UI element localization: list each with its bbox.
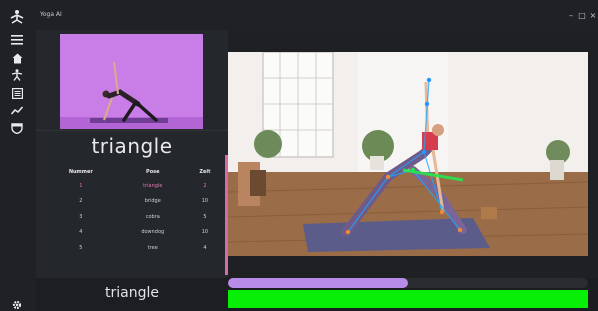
pose-progress-fill: [228, 278, 408, 288]
cell-nummer: 2: [79, 198, 83, 205]
cell-nummer: 1: [79, 182, 83, 189]
sidebar: [0, 0, 36, 311]
close-button[interactable]: ×: [588, 11, 598, 21]
camera-scene: [228, 52, 588, 256]
app-window: Yoga AI – □ × triangle Nummer Pose Zeit …: [0, 0, 598, 311]
cell-pose: cobra: [145, 213, 160, 220]
cell-zeit: 10: [201, 229, 209, 236]
column-header-zeit: Zeit: [199, 169, 211, 175]
cell-nummer: 3: [79, 213, 83, 220]
pose-table: Nummer Pose Zeit 1 triangle 2 2 bridge 1…: [44, 166, 222, 256]
cell-zeit: 5: [203, 213, 207, 220]
shield-icon[interactable]: [9, 120, 25, 136]
column-header-pose: Pose: [146, 169, 160, 175]
pose-panel: triangle Nummer Pose Zeit 1 triangle 2 2…: [36, 30, 228, 278]
table-row[interactable]: 4 downdog 10: [44, 225, 222, 241]
title-bar: Yoga AI – □ ×: [36, 0, 598, 30]
list-icon[interactable]: [9, 85, 25, 101]
column-header-nummer: Nummer: [68, 169, 93, 175]
table-row[interactable]: 1 triangle 2: [44, 178, 222, 194]
bottom-pose-label: triangle: [36, 278, 228, 311]
maximize-button[interactable]: □: [577, 11, 587, 21]
home-icon[interactable]: [9, 50, 25, 66]
pose-match-indicator: [228, 290, 588, 308]
yoga-logo-icon[interactable]: [9, 9, 25, 25]
camera-feed: [228, 52, 588, 256]
chart-icon[interactable]: [9, 102, 25, 118]
thumbnail-figure: [90, 61, 168, 123]
cell-zeit: 10: [201, 198, 209, 205]
table-header-row: Nummer Pose Zeit: [44, 166, 222, 178]
minimize-button[interactable]: –: [566, 11, 576, 21]
cell-nummer: 5: [79, 244, 83, 251]
menu-icon[interactable]: [9, 32, 25, 48]
divider: [36, 130, 228, 131]
cell-nummer: 4: [79, 229, 83, 236]
cell-zeit: 4: [203, 244, 207, 251]
settings-icon[interactable]: [9, 297, 25, 311]
exercise-icon[interactable]: [9, 67, 25, 83]
table-row[interactable]: 3 cobra 5: [44, 209, 222, 225]
cell-pose: bridge: [144, 198, 161, 205]
table-row[interactable]: 5 tree 4: [44, 240, 222, 256]
current-pose-title: triangle: [91, 134, 173, 158]
pose-thumbnail: [60, 34, 203, 129]
cell-zeit: 2: [203, 182, 207, 189]
cell-pose: tree: [147, 244, 158, 251]
cell-pose: triangle: [143, 182, 163, 189]
app-title: Yoga AI: [40, 11, 62, 18]
table-row[interactable]: 2 bridge 10: [44, 194, 222, 210]
cell-pose: downdog: [141, 229, 165, 236]
pose-progress-bar: [228, 278, 588, 288]
